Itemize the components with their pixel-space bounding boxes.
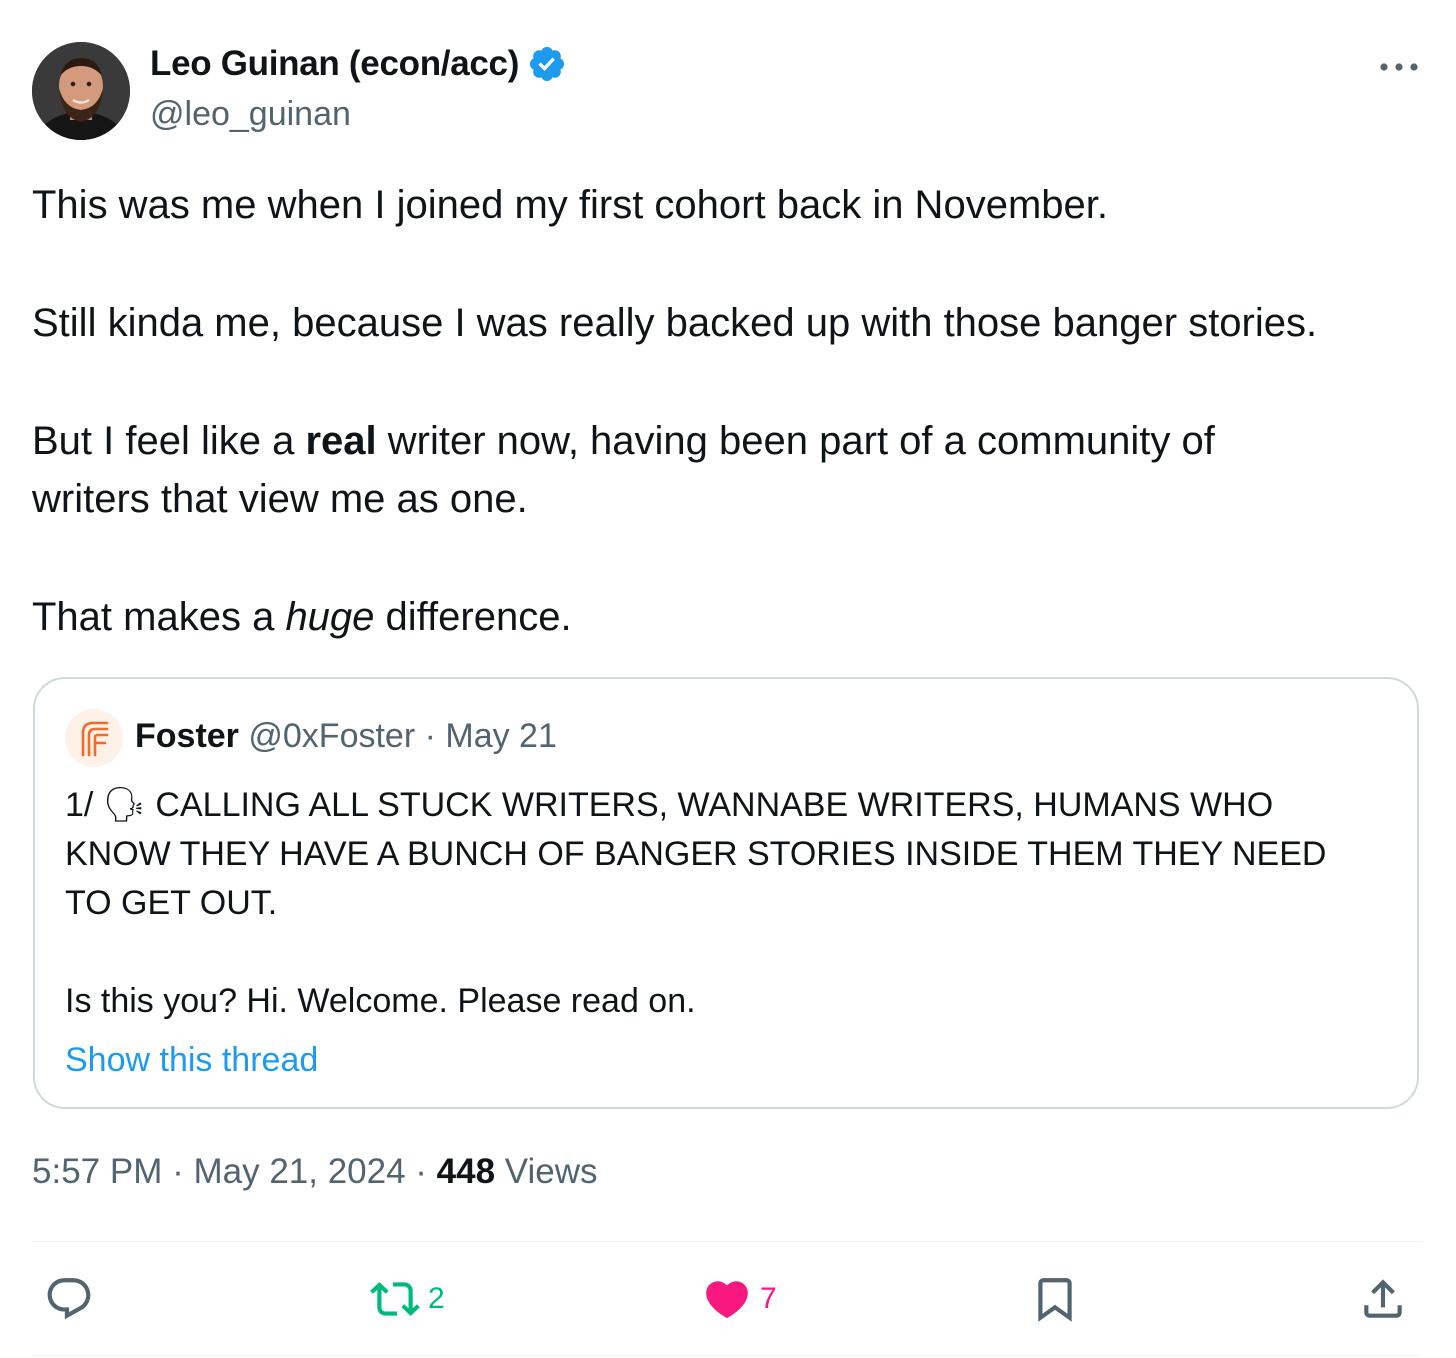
separator-dot: · — [415, 717, 446, 755]
separator-dot: · — [162, 1152, 194, 1191]
quoted-line: Is this you? Hi. Welcome. Please read on… — [65, 982, 696, 1020]
text-segment: That makes a — [32, 595, 286, 639]
quoted-date[interactable]: May 21 — [445, 717, 557, 755]
quoted-author-handle[interactable]: @0xFoster — [248, 717, 415, 755]
quoted-author-name[interactable]: Foster — [135, 717, 239, 755]
quoted-text: 1/ 🗣 CALLING ALL STUCK WRITERS, WANNABE … — [65, 781, 1405, 1085]
tweet-meta: 5:57 PM · May 21, 2024 · 448 Views — [32, 1152, 598, 1192]
quoted-line: TO GET OUT. — [65, 884, 278, 922]
tweet-paragraph: That makes a huge difference. — [32, 588, 1432, 646]
views-count: 448 — [436, 1152, 496, 1191]
text-segment: writer now, having been part of a commun… — [376, 419, 1215, 463]
more-dots-icon — [1380, 63, 1418, 71]
like-button[interactable]: 7 — [702, 1268, 777, 1330]
retweet-count: 2 — [428, 1282, 445, 1315]
reply-button[interactable] — [44, 1268, 94, 1330]
bookmark-icon — [1038, 1278, 1072, 1322]
text-segment: But I feel like a — [32, 419, 306, 463]
verified-badge-icon — [527, 44, 567, 84]
quoted-header: Foster @0xFoster · May 21 — [135, 717, 557, 756]
tweet-paragraph: Still kinda me, because I was really bac… — [32, 301, 1318, 345]
tweet-paragraph: writers that view me as one. — [32, 477, 528, 521]
views-label: Views — [495, 1152, 598, 1191]
like-count: 7 — [760, 1282, 777, 1315]
tweet-date[interactable]: May 21, 2024 — [193, 1152, 405, 1191]
more-options-button[interactable] — [1376, 54, 1422, 80]
heart-icon — [706, 1281, 748, 1319]
author-name[interactable]: Leo Guinan (econ/acc) — [150, 44, 567, 84]
text-segment: difference. — [374, 595, 572, 639]
quoted-line: KNOW THEY HAVE A BUNCH OF BANGER STORIES… — [65, 835, 1327, 873]
tweet-card: Leo Guinan (econ/acc) @leo_guinan This w… — [0, 0, 1456, 1358]
bold-text: real — [305, 419, 377, 463]
tweet-paragraph: This was me when I joined my first cohor… — [32, 183, 1108, 227]
text-segment: CALLING ALL STUCK WRITERS, WANNABE WRITE… — [145, 786, 1274, 824]
author-name-text: Leo Guinan (econ/acc) — [150, 44, 520, 83]
quoted-author-avatar[interactable] — [65, 709, 123, 767]
retweet-icon — [370, 1282, 420, 1316]
text-segment: 1/ — [65, 786, 103, 824]
show-thread-link[interactable]: Show this thread — [65, 1041, 318, 1079]
show-thread-wrapper: Show this thread — [65, 1036, 1405, 1085]
share-icon — [1364, 1279, 1402, 1318]
author-avatar[interactable] — [32, 42, 130, 140]
reply-icon — [47, 1278, 91, 1320]
retweet-button[interactable]: 2 — [370, 1268, 445, 1330]
quoted-tweet[interactable]: Foster @0xFoster · May 21 1/ 🗣 CALLING A… — [33, 677, 1419, 1109]
bookmark-button[interactable] — [1030, 1268, 1080, 1330]
italic-text: huge — [285, 595, 375, 639]
tweet-paragraph: But I feel like a real writer now, havin… — [32, 412, 1432, 470]
share-button[interactable] — [1358, 1268, 1408, 1330]
divider — [32, 1241, 1422, 1242]
author-handle[interactable]: @leo_guinan — [150, 95, 351, 134]
divider — [32, 1355, 1422, 1356]
separator-dot: · — [405, 1152, 437, 1191]
speaking-head-icon: 🗣 — [102, 786, 146, 824]
tweet-time[interactable]: 5:57 PM — [32, 1152, 162, 1191]
tweet-text: This was me when I joined my first cohor… — [32, 176, 1432, 646]
quoted-line: 1/ 🗣 CALLING ALL STUCK WRITERS, WANNABE … — [65, 781, 1405, 830]
